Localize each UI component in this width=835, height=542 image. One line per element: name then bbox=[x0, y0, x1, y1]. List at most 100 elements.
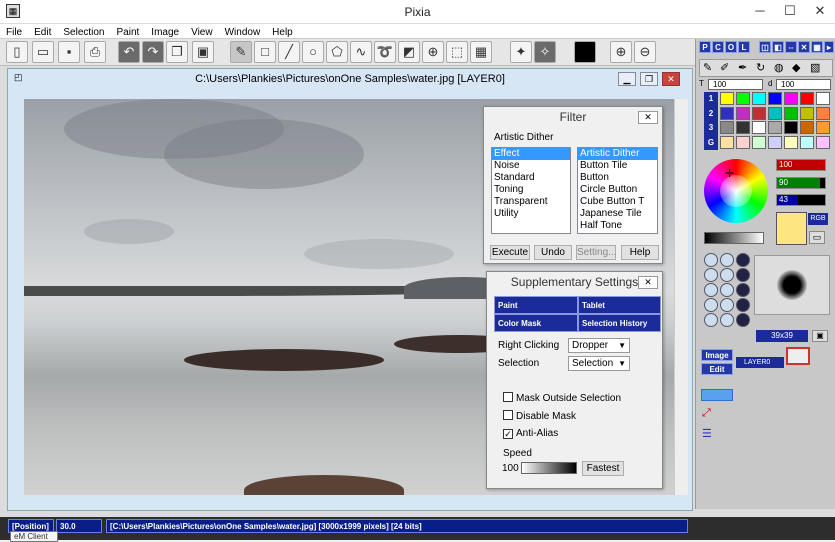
brush-shape[interactable] bbox=[720, 268, 734, 282]
list-icon[interactable]: ☰ bbox=[702, 427, 718, 441]
polygon-tool-icon[interactable]: ⬠ bbox=[326, 41, 348, 63]
selection-select[interactable]: Selection ▼ bbox=[568, 356, 630, 371]
fastest-button[interactable]: Fastest bbox=[582, 461, 624, 476]
color-swatch[interactable] bbox=[784, 106, 798, 120]
brush-shape[interactable] bbox=[704, 313, 718, 327]
list-item[interactable]: Cube Button T bbox=[578, 196, 657, 208]
color-swatch[interactable] bbox=[768, 106, 782, 120]
color-swatch[interactable] bbox=[816, 121, 830, 134]
color-swatch[interactable] bbox=[720, 135, 734, 149]
list-item[interactable]: Noise bbox=[492, 160, 570, 172]
ellipse-tool-icon[interactable]: ○ bbox=[302, 41, 324, 63]
menu-help[interactable]: Help bbox=[266, 26, 299, 40]
menu-selection[interactable]: Selection bbox=[57, 26, 110, 40]
brush-shape[interactable] bbox=[720, 298, 734, 312]
flip-icon[interactable]: ⇔ bbox=[785, 41, 797, 53]
color-swatch[interactable] bbox=[736, 106, 750, 120]
color-swatch[interactable] bbox=[800, 135, 814, 149]
doc-restore-button[interactable]: ❐ bbox=[640, 72, 658, 86]
stamp-icon[interactable]: ▧ bbox=[810, 61, 820, 74]
color-swatch-icon[interactable] bbox=[574, 41, 596, 63]
setting-button[interactable]: Setting... bbox=[576, 245, 616, 260]
color-swatch[interactable] bbox=[784, 135, 798, 149]
brush-shape[interactable] bbox=[736, 268, 750, 282]
brush-icon[interactable]: ✐ bbox=[720, 61, 729, 74]
color-swatch[interactable] bbox=[784, 92, 798, 105]
speed-slider[interactable] bbox=[521, 462, 577, 474]
color-swatch[interactable] bbox=[768, 121, 782, 134]
brush-shape[interactable] bbox=[736, 283, 750, 297]
menu-view[interactable]: View bbox=[185, 26, 219, 40]
rotate-icon[interactable]: ↻ bbox=[756, 61, 765, 74]
color-swatch[interactable] bbox=[816, 106, 830, 120]
help-button[interactable]: Help bbox=[621, 245, 659, 260]
redo-icon[interactable]: ↷ bbox=[142, 41, 164, 63]
menu-paint[interactable]: Paint bbox=[111, 26, 146, 40]
disable-mask-checkbox[interactable]: Disable Mask bbox=[503, 410, 576, 423]
zoom-in-icon[interactable]: ⊕ bbox=[610, 41, 632, 63]
brush-shape[interactable] bbox=[704, 283, 718, 297]
doc-minimize-button[interactable]: ▁ bbox=[618, 72, 636, 86]
list-item[interactable]: Button bbox=[578, 172, 657, 184]
row-1[interactable]: 1 bbox=[704, 92, 718, 107]
color-swatch[interactable] bbox=[752, 135, 766, 149]
list-item[interactable]: Circle Button bbox=[578, 184, 657, 196]
color-swatch[interactable] bbox=[736, 121, 750, 134]
color-swatch[interactable] bbox=[752, 121, 766, 134]
doc-close-button[interactable]: ✕ bbox=[662, 72, 680, 86]
vertical-scrollbar[interactable] bbox=[674, 99, 688, 495]
checkmark-icon[interactable]: ✓ bbox=[503, 429, 513, 439]
undo-icon[interactable]: ↶ bbox=[118, 41, 140, 63]
paste-icon[interactable]: ▣ bbox=[192, 41, 214, 63]
rectangle-tool-icon[interactable]: □ bbox=[254, 41, 276, 63]
layer-thumbnail[interactable] bbox=[786, 347, 810, 365]
color-swatch[interactable] bbox=[752, 106, 766, 120]
right-clicking-select[interactable]: Dropper ▼ bbox=[568, 338, 630, 353]
select-rect-icon[interactable]: ⬚ bbox=[446, 41, 468, 63]
blur-icon[interactable]: ◍ bbox=[774, 61, 784, 74]
color-swatch[interactable] bbox=[720, 106, 734, 120]
minimize-button[interactable]: ─ bbox=[745, 0, 775, 22]
palette-tab-o[interactable]: O bbox=[725, 41, 737, 53]
color-swatch[interactable] bbox=[736, 92, 750, 105]
filter-category-list[interactable]: Effect Noise Standard Toning Transparent… bbox=[491, 147, 571, 234]
list-item[interactable]: Standard bbox=[492, 172, 570, 184]
layer-name[interactable]: LAYER0 bbox=[736, 357, 784, 368]
brush-shape[interactable] bbox=[736, 253, 750, 267]
edit-button[interactable]: Edit bbox=[701, 363, 733, 375]
airbrush-icon[interactable]: ✦ bbox=[510, 41, 532, 63]
row-3[interactable]: 3 bbox=[704, 121, 718, 136]
zoom-out-icon[interactable]: ⊖ bbox=[634, 41, 656, 63]
curve-tool-icon[interactable]: ∿ bbox=[350, 41, 372, 63]
color-swatch[interactable] bbox=[800, 121, 814, 134]
color-swatch[interactable] bbox=[720, 92, 734, 105]
list-item[interactable]: Transparent bbox=[492, 196, 570, 208]
list-item[interactable]: Effect bbox=[492, 148, 570, 160]
brush-shape[interactable] bbox=[720, 283, 734, 297]
undo-button[interactable]: Undo bbox=[534, 245, 572, 260]
palette-tab-l[interactable]: L bbox=[738, 41, 750, 53]
folder-icon[interactable]: ▭ bbox=[809, 231, 825, 244]
new-file-icon[interactable]: ▯ bbox=[6, 41, 28, 63]
gray-gradient-bar[interactable] bbox=[704, 232, 764, 244]
delete-icon[interactable]: ✕ bbox=[798, 41, 810, 53]
list-item[interactable]: Button Tile bbox=[578, 160, 657, 172]
menu-window[interactable]: Window bbox=[219, 26, 267, 40]
transform-icon[interactable]: ⤢ bbox=[702, 407, 718, 421]
list-item[interactable]: Half Tone bbox=[578, 220, 657, 232]
color-swatches[interactable] bbox=[720, 92, 832, 150]
rgb-button[interactable]: RGB bbox=[808, 213, 828, 225]
red-slider[interactable]: 100 bbox=[776, 159, 826, 171]
tab-selection-history[interactable]: Selection History bbox=[578, 314, 661, 332]
filter-close-button[interactable]: ✕ bbox=[638, 111, 658, 124]
split-icon[interactable]: ◫ bbox=[759, 41, 771, 53]
color-swatch[interactable] bbox=[800, 106, 814, 120]
stamp-tool-icon[interactable]: ⊕ bbox=[422, 41, 444, 63]
brush-shape[interactable] bbox=[736, 298, 750, 312]
blue-bar[interactable] bbox=[701, 389, 733, 401]
brush-grid[interactable] bbox=[704, 253, 752, 329]
opacity-field[interactable]: 100 bbox=[708, 79, 763, 90]
brush-shape[interactable] bbox=[704, 298, 718, 312]
copy-icon[interactable]: ❐ bbox=[166, 41, 188, 63]
anti-alias-checkbox[interactable]: ✓ Anti-Alias bbox=[503, 428, 558, 440]
